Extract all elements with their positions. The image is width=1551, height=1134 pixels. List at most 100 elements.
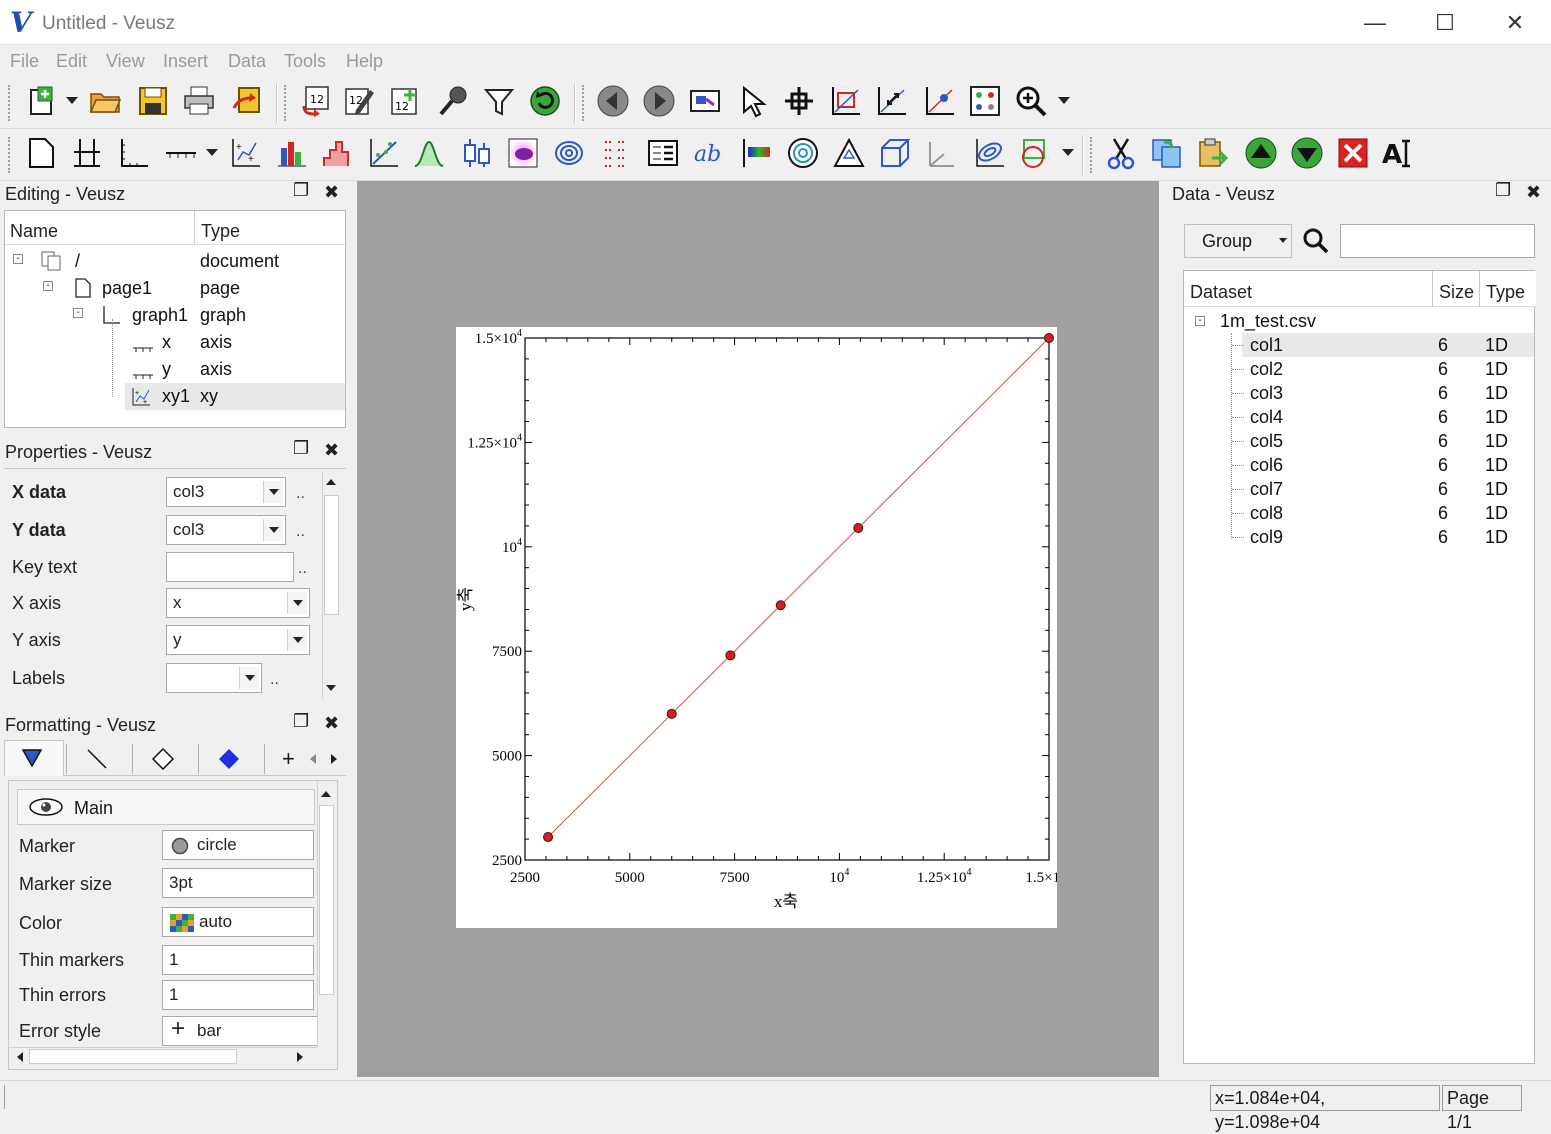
create-dataset-icon[interactable]: 12 — [386, 82, 424, 120]
dataset-browser[interactable]: Dataset Size Type - 1m_test.csv col1 6 1D c… — [1183, 270, 1536, 1064]
tree-item-name[interactable]: x — [162, 329, 171, 356]
paste-icon[interactable] — [1194, 134, 1232, 172]
edit-data-icon[interactable]: 12 — [340, 82, 378, 120]
tree-item-name[interactable]: y — [162, 356, 171, 383]
open-folder-icon[interactable] — [86, 82, 124, 120]
toolbar-grip[interactable] — [8, 85, 12, 121]
data-point[interactable] — [853, 523, 864, 534]
close-window-button[interactable]: ✕ — [1480, 0, 1550, 45]
group-dropdown[interactable]: Group — [1184, 224, 1292, 258]
export-icon[interactable] — [228, 82, 266, 120]
close-icon[interactable]: ✖ — [324, 182, 339, 203]
zoom-out-graph-icon[interactable] — [872, 82, 910, 120]
tree-item-name[interactable]: page1 — [102, 275, 152, 302]
data-point[interactable] — [666, 708, 677, 719]
add-ternary-icon[interactable] — [830, 134, 868, 172]
dataset-name[interactable]: col2 — [1250, 357, 1283, 381]
zoom-page-icon[interactable] — [686, 82, 724, 120]
scroll-down-icon[interactable] — [326, 685, 336, 691]
tree-item-name[interactable]: graph1 — [132, 302, 188, 329]
float-icon[interactable]: ❐ — [293, 180, 309, 201]
add-bar-icon[interactable] — [272, 134, 310, 172]
copy-icon[interactable] — [1148, 134, 1186, 172]
add-surface-icon[interactable] — [970, 134, 1008, 172]
column-header-name[interactable]: Name — [5, 211, 195, 245]
labels-more-button[interactable]: .. — [270, 671, 279, 689]
select-pointer-icon[interactable] — [734, 82, 772, 120]
y-data-more-button[interactable]: .. — [296, 523, 305, 541]
x-axis-select[interactable]: x — [166, 588, 310, 618]
delete-icon[interactable] — [1334, 134, 1372, 172]
scroll-right-icon[interactable] — [297, 1052, 303, 1062]
plot-page[interactable]: 2500 5000 7500 104 1.25×104 1.5×104 2500 5000 7… — [456, 327, 1073, 928]
save-icon[interactable] — [134, 82, 172, 120]
dataset-name[interactable]: col1 — [1250, 333, 1283, 357]
add-colorbar-icon[interactable] — [738, 134, 776, 172]
float-icon[interactable]: ❐ — [1495, 180, 1511, 201]
dataset-name[interactable]: col7 — [1250, 477, 1283, 501]
xy-chart[interactable]: 2500 5000 7500 104 1.25×104 1.5×104 2500 5000 7… — [456, 327, 1073, 928]
data-point[interactable] — [1044, 333, 1054, 343]
float-icon[interactable]: ❐ — [293, 711, 309, 732]
picker-icon[interactable] — [966, 82, 1004, 120]
dataset-name[interactable]: col9 — [1250, 525, 1283, 549]
dataset-name[interactable]: col4 — [1250, 405, 1283, 429]
add-shape-icon[interactable] — [1016, 134, 1054, 172]
scrollbar-thumb[interactable] — [319, 805, 334, 995]
h-scrollbar-thumb[interactable] — [29, 1049, 237, 1064]
close-icon[interactable]: ✖ — [1526, 182, 1541, 203]
y-axis-select[interactable]: y — [166, 625, 310, 655]
y-data-select[interactable]: col3 — [166, 515, 286, 545]
add-fit-icon[interactable] — [364, 134, 402, 172]
menu-insert[interactable]: Insert — [163, 51, 208, 72]
error-style-select[interactable]: + bar — [162, 1015, 334, 1046]
toolbar-grip[interactable] — [1090, 137, 1094, 173]
move-up-icon[interactable] — [1242, 134, 1280, 172]
thin-errors-field[interactable]: 1 — [162, 980, 314, 1010]
marker-size-field[interactable]: 3pt — [162, 868, 314, 898]
scroll-left-icon[interactable] — [17, 1052, 23, 1062]
dataset-name[interactable]: col3 — [1250, 381, 1283, 405]
x-data-select[interactable]: col3 — [166, 477, 286, 507]
dataset-search-input[interactable] — [1340, 224, 1535, 258]
toolbar-grip[interactable] — [8, 137, 12, 173]
tree-item-name[interactable]: / — [75, 248, 80, 275]
capture-data-icon[interactable] — [434, 82, 472, 120]
properties-scrollbar[interactable] — [322, 471, 340, 699]
main-section-header[interactable]: Main — [17, 789, 315, 825]
add-grid-icon[interactable] — [68, 134, 106, 172]
axis-dropdown-icon[interactable] — [206, 149, 218, 156]
tab-marker-border[interactable] — [151, 747, 175, 775]
add-graph-icon[interactable] — [114, 134, 152, 172]
tab-main-formatting[interactable] — [4, 740, 64, 776]
float-icon[interactable]: ❐ — [293, 438, 309, 459]
zoom-icon[interactable] — [1012, 82, 1050, 120]
dataset-name[interactable]: col6 — [1250, 453, 1283, 477]
reload-icon[interactable] — [526, 82, 564, 120]
dataset-name[interactable]: col5 — [1250, 429, 1283, 453]
add-boxplot-icon[interactable] — [458, 134, 496, 172]
data-point[interactable] — [725, 650, 736, 661]
recenter-graph-icon[interactable] — [920, 82, 958, 120]
collapse-icon[interactable]: - — [43, 281, 53, 291]
selected-row-highlight[interactable] — [125, 383, 345, 410]
thin-markers-field[interactable]: 1 — [162, 945, 314, 975]
color-select[interactable]: auto — [162, 907, 314, 937]
column-header-size[interactable]: Size — [1433, 271, 1480, 307]
data-point[interactable] — [543, 832, 554, 843]
close-icon[interactable]: ✖ — [324, 440, 339, 461]
dataset-name[interactable]: col8 — [1250, 501, 1283, 525]
collapse-icon[interactable]: - — [13, 254, 23, 264]
menu-tools[interactable]: Tools — [284, 51, 326, 72]
cut-icon[interactable] — [1102, 134, 1140, 172]
scroll-up-icon[interactable] — [321, 791, 331, 797]
column-header-dataset[interactable]: Dataset — [1184, 271, 1433, 307]
add-image-icon[interactable] — [504, 134, 542, 172]
menu-data[interactable]: Data — [228, 51, 266, 72]
scroll-up-icon[interactable] — [326, 479, 336, 485]
tab-scroll-left-icon[interactable] — [306, 748, 322, 770]
marker-select[interactable]: circle — [162, 830, 314, 860]
read-coords-icon[interactable] — [780, 82, 818, 120]
add-function-icon[interactable] — [410, 134, 448, 172]
formatting-scrollbar[interactable] — [317, 781, 335, 1047]
